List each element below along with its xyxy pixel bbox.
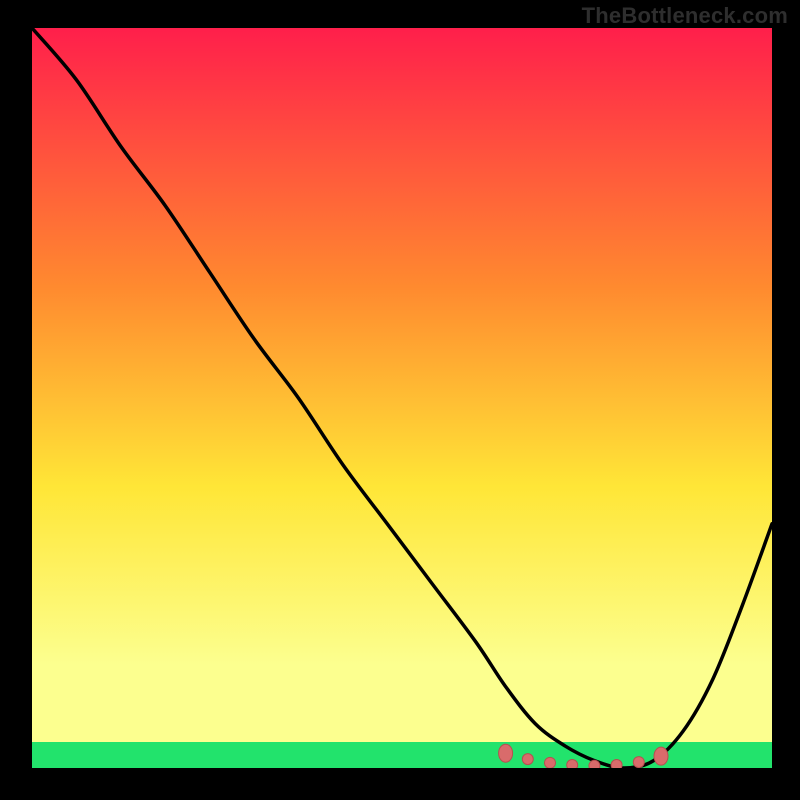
gradient-background xyxy=(32,28,772,768)
chart-container: TheBottleneck.com xyxy=(0,0,800,800)
chart-svg xyxy=(32,28,772,768)
marker-point xyxy=(654,747,668,765)
marker-point xyxy=(545,757,556,768)
marker-point xyxy=(522,754,533,765)
marker-point xyxy=(633,757,644,768)
marker-point xyxy=(611,760,622,768)
marker-point xyxy=(499,744,513,762)
plot-region xyxy=(32,28,772,768)
marker-point xyxy=(589,760,600,768)
marker-point xyxy=(567,760,578,768)
watermark-text: TheBottleneck.com xyxy=(582,3,788,29)
